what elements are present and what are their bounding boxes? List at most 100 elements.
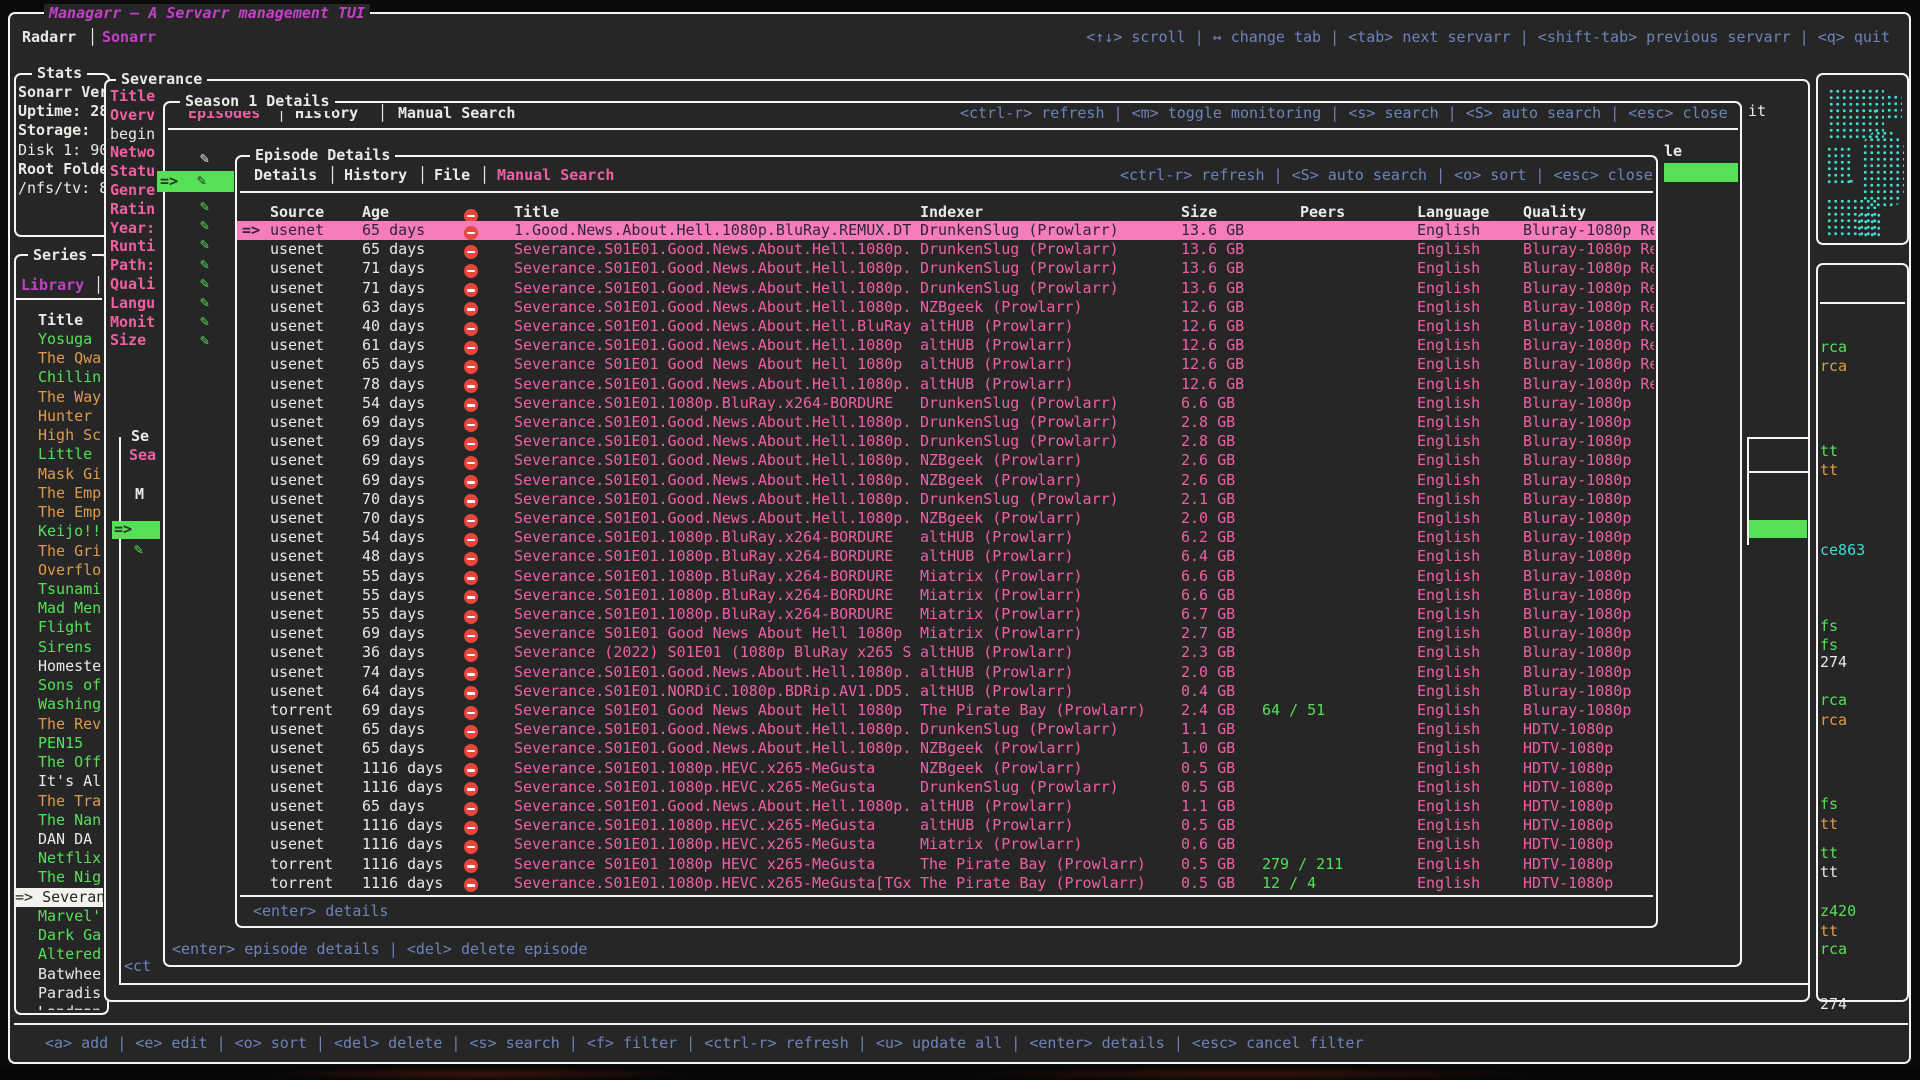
release-row[interactable]: usenet69 daysSeverance S01E01 Good News … xyxy=(237,624,1656,643)
series-item[interactable]: The Nig xyxy=(38,868,104,887)
release-row[interactable]: usenet1116 daysSeverance.S01E01.1080p.HE… xyxy=(237,835,1656,854)
release-row[interactable]: usenet55 daysSeverance.S01E01.1080p.BluR… xyxy=(237,586,1656,605)
series-item[interactable]: Dark Ga xyxy=(38,926,104,945)
series-item[interactable]: Washing xyxy=(38,695,104,714)
series-item[interactable]: Mad Men xyxy=(38,599,104,618)
series-item[interactable]: Homeste xyxy=(38,657,104,676)
series-item[interactable]: PEN15 xyxy=(38,734,104,753)
release-row[interactable]: usenet55 daysSeverance.S01E01.1080p.BluR… xyxy=(237,605,1656,624)
series-item[interactable]: Flight xyxy=(38,618,104,637)
episode-monitor-icon[interactable]: ✎ xyxy=(200,197,209,216)
selected-episode-row-right[interactable] xyxy=(1664,163,1738,182)
release-row[interactable]: =>usenet65 days1.Good.News.About.Hell.10… xyxy=(237,221,1656,240)
column-header-source[interactable]: Source xyxy=(270,203,324,222)
release-row[interactable]: usenet1116 daysSeverance.S01E01.1080p.HE… xyxy=(237,816,1656,835)
release-row[interactable]: usenet74 daysSeverance.S01E01.Good.News.… xyxy=(237,663,1656,682)
series-item[interactable]: The Off xyxy=(38,753,104,772)
tab-ep-manual-search[interactable]: Manual Search xyxy=(497,166,614,185)
tab-details[interactable]: Details xyxy=(254,166,317,185)
series-item[interactable]: Little xyxy=(38,445,104,464)
release-row[interactable]: usenet65 daysSeverance S01E01 Good News … xyxy=(237,355,1656,374)
release-row[interactable]: usenet63 daysSeverance.S01E01.Good.News.… xyxy=(237,298,1656,317)
series-item[interactable]: Tsunami xyxy=(38,580,104,599)
release-row[interactable]: torrent69 daysSeverance S01E01 Good News… xyxy=(237,701,1656,720)
release-row[interactable]: usenet65 daysSeverance.S01E01.Good.News.… xyxy=(237,797,1656,816)
series-item[interactable]: The Rev xyxy=(38,715,104,734)
release-row[interactable]: usenet70 daysSeverance.S01E01.Good.News.… xyxy=(237,490,1656,509)
episode-monitor-icon[interactable]: ✎ xyxy=(200,293,209,312)
release-row[interactable]: usenet65 daysSeverance.S01E01.Good.News.… xyxy=(237,739,1656,758)
series-item[interactable]: Marvel' xyxy=(38,907,104,926)
release-row[interactable]: usenet71 daysSeverance.S01E01.Good.News.… xyxy=(237,279,1656,298)
series-item[interactable]: Yosuga xyxy=(38,330,104,349)
field-label: Ratin xyxy=(110,200,162,219)
column-header-peers[interactable]: Peers xyxy=(1300,203,1345,222)
series-item[interactable]: Altered xyxy=(38,945,104,964)
series-item[interactable]: Chillin xyxy=(38,368,104,387)
release-row[interactable]: usenet78 daysSeverance.S01E01.Good.News.… xyxy=(237,375,1656,394)
series-item[interactable]: The Way xyxy=(38,388,104,407)
series-item[interactable]: Hunter xyxy=(38,407,104,426)
series-item[interactable]: The Emp xyxy=(38,503,104,522)
release-row[interactable]: usenet65 daysSeverance.S01E01.Good.News.… xyxy=(237,240,1656,259)
right-fragment-text: 274 xyxy=(1820,653,1847,672)
episode-monitor-icon[interactable]: ✎ xyxy=(200,255,209,274)
release-row[interactable]: usenet69 daysSeverance.S01E01.Good.News.… xyxy=(237,413,1656,432)
release-row[interactable]: usenet65 daysSeverance.S01E01.Good.News.… xyxy=(237,720,1656,739)
series-item[interactable]: Landman xyxy=(38,1003,104,1010)
mid-fragment-selected-row[interactable] xyxy=(1749,520,1807,538)
series-item[interactable]: High Sc xyxy=(38,426,104,445)
release-row[interactable]: usenet71 daysSeverance.S01E01.Good.News.… xyxy=(237,259,1656,278)
tab-ep-history[interactable]: History xyxy=(344,166,407,185)
tab-file[interactable]: File xyxy=(434,166,470,185)
release-row[interactable]: usenet69 daysSeverance.S01E01.Good.News.… xyxy=(237,451,1656,470)
series-item[interactable]: The Tra xyxy=(38,792,104,811)
series-item[interactable]: The Nan xyxy=(38,811,104,830)
series-item[interactable]: => Severan xyxy=(15,888,103,907)
release-row[interactable]: usenet69 daysSeverance.S01E01.Good.News.… xyxy=(237,471,1656,490)
series-item[interactable]: Netflix xyxy=(38,849,104,868)
release-row[interactable]: usenet1116 daysSeverance.S01E01.1080p.HE… xyxy=(237,778,1656,797)
release-row[interactable]: usenet54 daysSeverance.S01E01.1080p.BluR… xyxy=(237,528,1656,547)
series-item[interactable]: The Gri xyxy=(38,542,104,561)
release-row[interactable]: torrent1116 daysSeverance.S01E01.1080p.H… xyxy=(237,874,1656,893)
series-item[interactable]: The Qwa xyxy=(38,349,104,368)
sidebar-tab-library[interactable]: Library xyxy=(21,276,84,295)
release-row[interactable]: usenet48 daysSeverance.S01E01.1080p.BluR… xyxy=(237,547,1656,566)
episode-monitor-icon[interactable]: ✎ xyxy=(200,216,209,235)
episode-monitor-icon[interactable]: ✎ xyxy=(200,235,209,254)
series-item[interactable]: Batwhee xyxy=(38,965,104,984)
release-row[interactable]: usenet1116 daysSeverance.S01E01.1080p.HE… xyxy=(237,759,1656,778)
release-row[interactable]: usenet36 daysSeverance (2022) S01E01 (10… xyxy=(237,643,1656,662)
tab-manual-search[interactable]: Manual Search xyxy=(398,104,515,123)
series-item[interactable]: Paradis xyxy=(38,984,104,1003)
column-header-age[interactable]: Age xyxy=(362,203,389,222)
release-row[interactable]: usenet55 daysSeverance.S01E01.1080p.BluR… xyxy=(237,567,1656,586)
column-header-size[interactable]: Size xyxy=(1181,203,1217,222)
release-row[interactable]: usenet54 daysSeverance.S01E01.1080p.BluR… xyxy=(237,394,1656,413)
column-header-indexer[interactable]: Indexer xyxy=(920,203,983,222)
episode-monitor-icon[interactable]: ✎ xyxy=(200,312,209,331)
release-row[interactable]: torrent1116 daysSeverance S01E01 1080p H… xyxy=(237,855,1656,874)
series-item[interactable]: It's Al xyxy=(38,772,104,791)
series-item[interactable]: Mask Gi xyxy=(38,465,104,484)
series-item[interactable]: The Emp xyxy=(38,484,104,503)
column-header-title[interactable]: Title xyxy=(514,203,559,222)
series-item[interactable]: DAN DA xyxy=(38,830,104,849)
episode-monitor-icon[interactable]: ✎ xyxy=(200,274,209,293)
release-row[interactable]: usenet70 daysSeverance.S01E01.Good.News.… xyxy=(237,509,1656,528)
column-header-language[interactable]: Language xyxy=(1417,203,1489,222)
series-item[interactable]: Sons of xyxy=(38,676,104,695)
release-row[interactable]: usenet64 daysSeverance.S01E01.NORDiC.108… xyxy=(237,682,1656,701)
tab-sonarr[interactable]: Sonarr xyxy=(102,28,156,47)
column-header-quality[interactable]: Quality xyxy=(1523,203,1586,222)
series-item[interactable]: Sirens xyxy=(38,638,104,657)
release-row[interactable]: usenet69 daysSeverance.S01E01.Good.News.… xyxy=(237,432,1656,451)
episode-monitor-icon[interactable]: ✎ xyxy=(200,331,209,350)
series-item[interactable]: Keijo!! xyxy=(38,522,104,541)
release-row[interactable]: usenet61 daysSeverance.S01E01.Good.News.… xyxy=(237,336,1656,355)
series-item[interactable]: Overflo xyxy=(38,561,104,580)
release-row[interactable]: usenet40 daysSeverance.S01E01.Good.News.… xyxy=(237,317,1656,336)
tab-radarr[interactable]: Radarr xyxy=(22,28,76,47)
episode-monitor-icon[interactable]: ✎ xyxy=(200,149,209,168)
